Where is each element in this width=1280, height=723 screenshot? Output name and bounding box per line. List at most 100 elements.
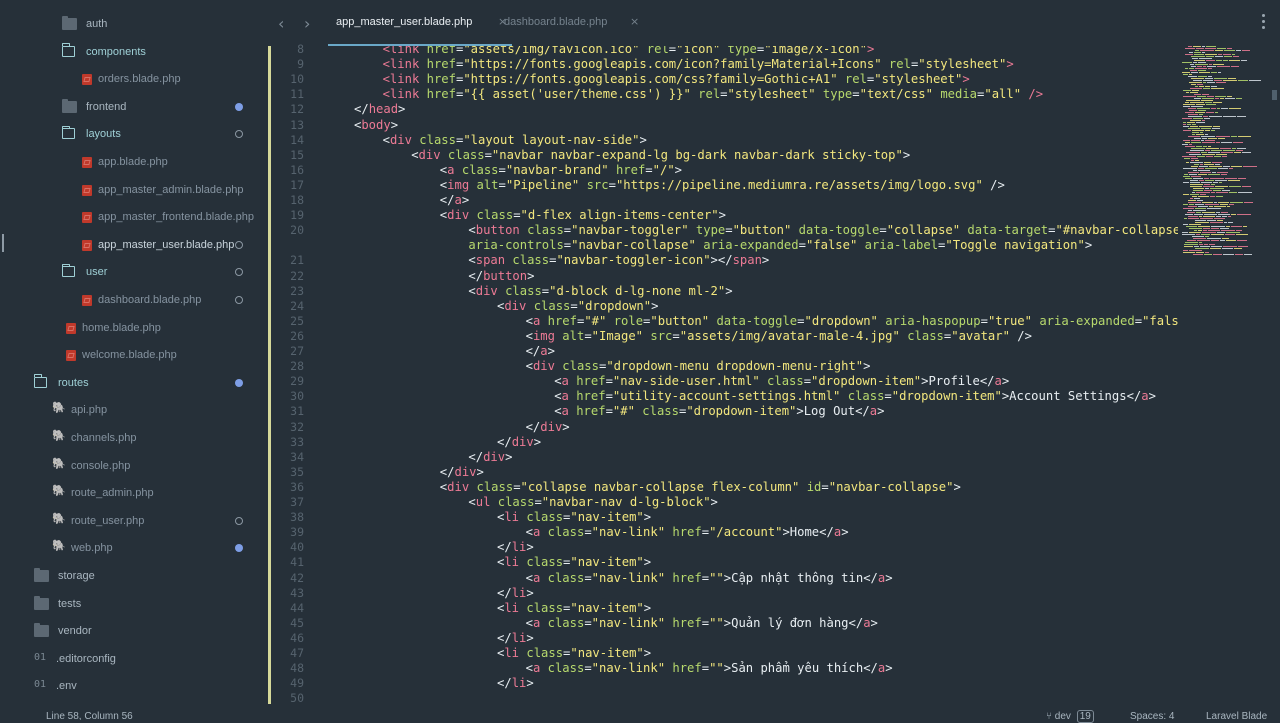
code-token: </ [525, 419, 541, 434]
minimap-line [1184, 158, 1190, 160]
code-line: aria-controls = "navbar-collapse" aria-exp… [468, 238, 1092, 253]
line-number: 37 [290, 495, 304, 509]
minimap[interactable] [1178, 44, 1280, 256]
minimap-line [1209, 116, 1222, 118]
tree-item-route-admin-php[interactable]: 🐘 route_admin.php [0, 481, 268, 505]
code-line: <a class="nav-link" href="">Sản phẩm yêu… [526, 661, 893, 676]
code-token: img [532, 328, 563, 343]
tree-item-layouts[interactable]: layouts [0, 122, 268, 146]
tree-item-dashboard-blade-php[interactable]: dashboard.blade.php [0, 288, 268, 312]
tree-item-channels-php[interactable]: 🐘 channels.php [0, 426, 268, 450]
minimap-line [1224, 56, 1232, 58]
code-line: <li class="nav-item"> [497, 510, 651, 525]
code-line: </a> [440, 193, 469, 208]
tree-item-home-blade-php[interactable]: home.blade.php [0, 316, 268, 340]
close-icon[interactable]: × [630, 15, 639, 28]
tab-dashboard[interactable]: dashboard.blade.php × [496, 0, 646, 46]
file-tree-sidebar: auth components orders.blade.php frontend la… [0, 0, 268, 720]
minimap-line [1216, 192, 1228, 194]
tree-item-tests[interactable]: tests [0, 592, 268, 616]
tree-item-components[interactable]: components [0, 40, 268, 64]
code-token: = [584, 570, 592, 585]
code-token: "" [709, 661, 724, 676]
tree-item--env[interactable]: 01 .env [0, 674, 268, 698]
tree-item-app-master-frontend-blade-php[interactable]: app_master_frontend.blade.php [0, 205, 268, 229]
code-token: class [526, 510, 564, 525]
tree-item--editorconfig[interactable]: 01 .editorconfig [0, 647, 268, 671]
code-token: class [526, 646, 564, 660]
code-token: > [476, 464, 484, 479]
minimap-line [1223, 254, 1234, 256]
tree-item-app-blade-php[interactable]: app.blade.php [0, 150, 268, 174]
code-token: body [361, 117, 391, 132]
tab-app-master-user[interactable]: app_master_user.blade.php × [328, 0, 512, 46]
code-token: "collapse" [886, 223, 961, 238]
tree-item-auth[interactable]: auth [0, 12, 268, 36]
status-syntax[interactable]: Laravel Blade [1206, 711, 1267, 722]
back-arrow-icon[interactable]: ‹ [278, 14, 284, 33]
tab-label: dashboard.blade.php [504, 16, 608, 28]
code-line: <a href="#" role="button" data-toggle="d… [526, 314, 1178, 329]
tree-item-welcome-blade-php[interactable]: welcome.blade.php [0, 343, 268, 367]
code-token: a [532, 525, 548, 540]
minimap-line [1204, 254, 1212, 256]
tree-item-console-php[interactable]: 🐘 console.php [0, 454, 268, 478]
minimap-line [1229, 108, 1241, 110]
minimap-line [1242, 50, 1250, 52]
code-editor[interactable]: <link href="assets/img/favicon.ico" rel=… [322, 46, 1178, 720]
status-spaces[interactable]: Spaces: 4 [1130, 711, 1174, 722]
line-number: 8 [297, 42, 304, 56]
line-number: 33 [290, 434, 304, 449]
code-token: alt [562, 328, 585, 343]
code-token: "nav-link" [591, 615, 666, 630]
code-token: > [1006, 57, 1014, 72]
tree-item-routes[interactable]: routes [0, 371, 268, 395]
tree-item-route-user-php[interactable]: 🐘 route_user.php [0, 509, 268, 533]
code-token: rel [646, 46, 669, 56]
code-token: > [761, 253, 770, 268]
tree-item-user[interactable]: user [0, 260, 268, 284]
code-token: < [554, 404, 562, 419]
scrollbar-thumb[interactable] [1272, 90, 1277, 100]
line-number: 12 [290, 102, 304, 117]
minimap-line [1242, 152, 1251, 154]
code-token: > [461, 193, 470, 207]
more-options-icon[interactable] [1262, 14, 1266, 32]
code-token: li [504, 600, 527, 615]
code-token: </ [979, 374, 995, 389]
minimap-line [1218, 138, 1225, 140]
code-token: > [796, 404, 804, 419]
code-token: "navbar-toggler" [571, 223, 689, 238]
tree-item-storage[interactable]: storage [0, 564, 268, 588]
code-token: > [866, 46, 875, 56]
code-token: > [527, 268, 535, 283]
forward-arrow-icon[interactable]: › [304, 14, 310, 33]
minimap-line [1221, 108, 1228, 110]
line-number: 35 [290, 464, 304, 479]
minimap-line [1238, 136, 1251, 138]
tree-item-app-master-admin-blade-php[interactable]: app_master_admin.blade.php [0, 178, 268, 202]
code-token: "layout layout-nav-side" [463, 132, 640, 147]
tree-item-frontend[interactable]: frontend [0, 95, 268, 119]
line-number: 28 [290, 359, 304, 374]
tree-item-app-master-user-blade-php[interactable]: app_master_user.blade.php [0, 233, 268, 257]
line-number: 50 [290, 691, 304, 706]
code-token: > [1148, 389, 1156, 404]
code-line: </li> [497, 540, 534, 555]
minimap-line [1184, 246, 1193, 248]
line-number: 36 [290, 479, 304, 494]
cursor-position: Line 58, Column 56 [46, 711, 133, 720]
code-token: li [511, 630, 527, 645]
tree-item-orders-blade-php[interactable]: orders.blade.php [0, 67, 268, 91]
tree-item-vendor[interactable]: vendor [0, 619, 268, 643]
minimap-line [1231, 136, 1237, 138]
code-token: type [727, 46, 757, 56]
php-file-icon: 🐘 [52, 401, 66, 415]
tree-item-web-php[interactable]: 🐘 web.php [0, 536, 268, 560]
code-token: class [461, 162, 499, 177]
code-token: = [821, 479, 829, 494]
code-token: </ [497, 434, 512, 449]
blade-file-icon [66, 322, 76, 334]
tree-item-api-php[interactable]: 🐘 api.php [0, 398, 268, 422]
